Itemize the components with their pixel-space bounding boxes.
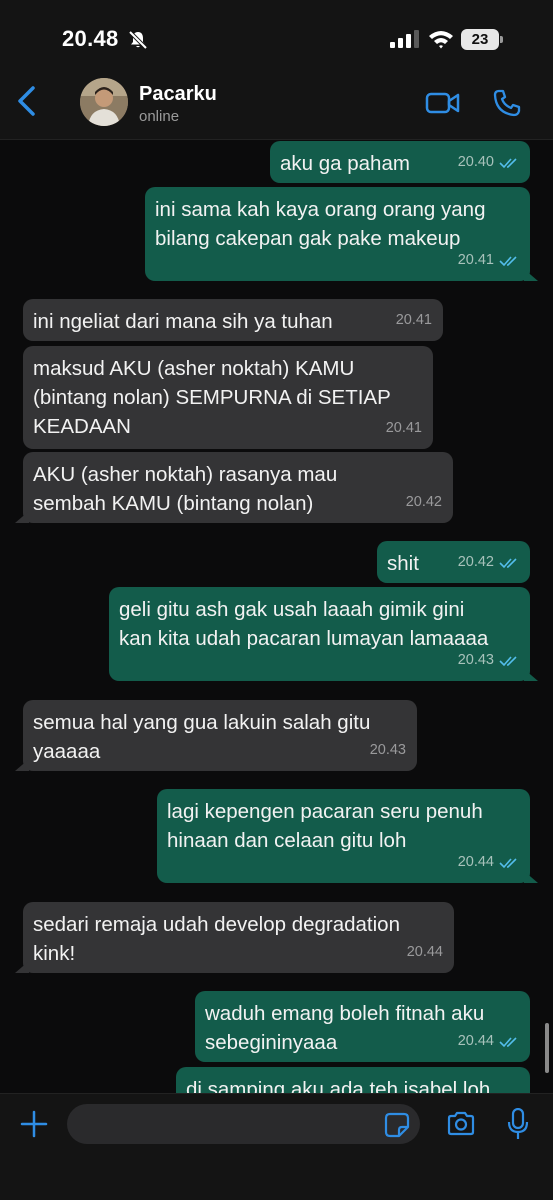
- status-bar: 20.48 23: [0, 0, 553, 70]
- message-time: 20.41: [457, 252, 494, 268]
- message-meta: 20.41: [396, 306, 432, 335]
- double-check-icon: [499, 157, 517, 168]
- microphone-icon[interactable]: [507, 1108, 529, 1140]
- message-time: 20.42: [405, 494, 442, 510]
- message-text: sedari remaja udah develop degradation k…: [33, 913, 400, 965]
- chat-header: Pacarku online: [0, 70, 553, 140]
- message-meta: 20.40: [458, 148, 519, 177]
- message-text: ini ngeliat dari mana sih ya tuhan: [33, 310, 333, 333]
- message-time: 20.44: [406, 944, 443, 960]
- message-input[interactable]: [67, 1104, 420, 1144]
- message-text: AKU (asher noktah) rasanya mau sembah KA…: [33, 463, 338, 515]
- message-meta: 20.42: [458, 548, 519, 577]
- sticker-icon[interactable]: [384, 1112, 410, 1138]
- message-bubble[interactable]: ini ngeliat dari mana sih ya tuhan 20.41: [23, 299, 443, 341]
- message-time: 20.40: [457, 154, 494, 170]
- input-bar: [0, 1093, 553, 1200]
- wifi-icon: [429, 31, 453, 49]
- message-meta: 20.44: [407, 938, 443, 967]
- phone-icon[interactable]: [492, 88, 522, 118]
- message-meta: 20.44: [458, 848, 519, 877]
- contact-status: online: [139, 108, 180, 125]
- message-time: 20.41: [395, 312, 432, 328]
- message-time: 20.41: [385, 420, 422, 436]
- message-text: maksud AKU (asher noktah) KAMU (bintang …: [33, 357, 391, 438]
- message-time: 20.43: [369, 742, 406, 758]
- double-check-icon: [499, 1036, 517, 1047]
- double-check-icon: [499, 857, 517, 868]
- message-text: semua hal yang gua lakuin salah gitu yaa…: [33, 711, 371, 763]
- signal-icon: [390, 30, 419, 48]
- plus-icon[interactable]: [20, 1110, 48, 1138]
- message-bubble[interactable]: sedari remaja udah develop degradation k…: [15, 902, 454, 973]
- battery-indicator: 23: [461, 29, 503, 50]
- message-time: 20.42: [457, 554, 494, 570]
- message-bubble[interactable]: maksud AKU (asher noktah) KAMU (bintang …: [23, 346, 433, 449]
- double-check-icon: [499, 655, 517, 666]
- message-bubble[interactable]: di samping aku ada teh isabel loh: [176, 1067, 530, 1093]
- message-text: ini sama kah kaya orang orang yang bilan…: [155, 198, 486, 250]
- contact-name[interactable]: Pacarku: [139, 83, 217, 106]
- status-time: 20.48: [62, 26, 119, 51]
- message-meta: 20.41: [386, 414, 422, 443]
- video-camera-icon[interactable]: [425, 90, 461, 116]
- message-bubble[interactable]: geli gitu ash gak usah laaah gimik gini …: [109, 587, 538, 681]
- message-bubble[interactable]: ini sama kah kaya orang orang yang bilan…: [145, 187, 538, 281]
- message-bubble[interactable]: aku ga paham 20.40: [270, 141, 530, 183]
- message-list[interactable]: aku ga paham 20.40 ini sama kah kaya ora…: [0, 141, 553, 1093]
- message-meta: 20.41: [458, 246, 519, 275]
- battery-level: 23: [471, 31, 489, 48]
- message-bubble[interactable]: AKU (asher noktah) rasanya mau sembah KA…: [15, 452, 453, 523]
- message-time: 20.44: [457, 854, 494, 870]
- message-meta: 20.43: [370, 736, 406, 765]
- message-text: lagi kepengen pacaran seru penuh hinaan …: [167, 800, 483, 852]
- double-check-icon: [499, 255, 517, 266]
- message-text: di samping aku ada teh isabel loh: [186, 1078, 491, 1093]
- message-bubble[interactable]: shit 20.42: [377, 541, 530, 583]
- message-meta: 20.43: [458, 646, 519, 675]
- message-bubble[interactable]: waduh emang boleh fitnah aku sebegininya…: [195, 991, 530, 1062]
- camera-icon[interactable]: [446, 1111, 476, 1137]
- scrollbar[interactable]: [545, 1023, 549, 1073]
- message-meta: 20.42: [406, 488, 442, 517]
- bell-slash-icon: [128, 30, 148, 50]
- message-time: 20.44: [457, 1033, 494, 1049]
- message-time: 20.43: [457, 652, 494, 668]
- message-text: geli gitu ash gak usah laaah gimik gini …: [119, 598, 489, 650]
- double-check-icon: [499, 557, 517, 568]
- message-bubble[interactable]: semua hal yang gua lakuin salah gitu yaa…: [15, 700, 417, 771]
- avatar[interactable]: [80, 78, 128, 126]
- message-meta: 20.44: [458, 1027, 519, 1056]
- back-chevron-icon[interactable]: [12, 84, 42, 118]
- message-bubble[interactable]: lagi kepengen pacaran seru penuh hinaan …: [157, 789, 538, 883]
